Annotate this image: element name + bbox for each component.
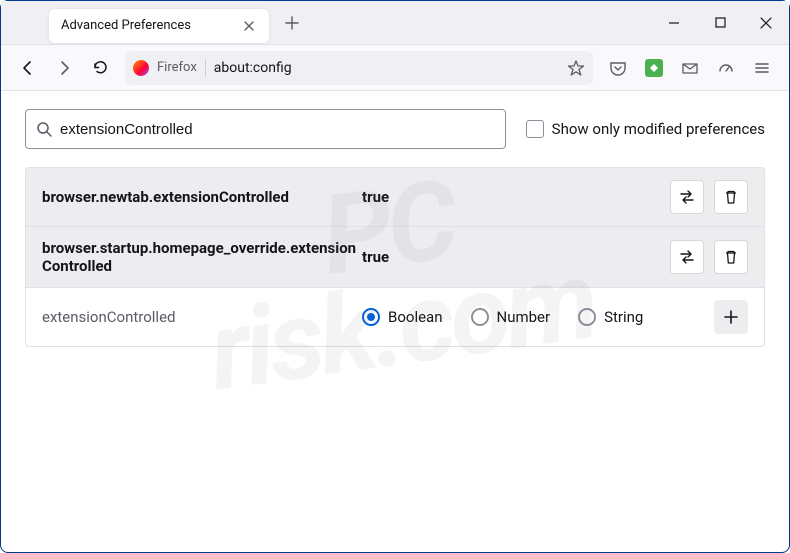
radio-label: Number	[497, 308, 551, 326]
urlbar-separator	[205, 59, 206, 77]
checkbox-label: Show only modified preferences	[552, 120, 765, 138]
maximize-button[interactable]	[697, 1, 743, 45]
pref-name: browser.newtab.extensionControlled	[42, 188, 362, 206]
mail-icon[interactable]	[673, 51, 707, 85]
radio-icon	[578, 308, 596, 326]
delete-button[interactable]	[714, 240, 748, 274]
new-pref-row: extensionControlled Boolean Number Strin…	[26, 287, 764, 346]
delete-button[interactable]	[714, 180, 748, 214]
pref-row[interactable]: browser.startup.homepage_override.extens…	[26, 226, 764, 287]
radio-boolean[interactable]: Boolean	[362, 308, 443, 326]
search-row: Show only modified preferences	[25, 109, 765, 149]
close-window-button[interactable]	[743, 1, 789, 45]
radio-label: Boolean	[388, 308, 443, 326]
pref-row[interactable]: browser.newtab.extensionControlled true	[26, 168, 764, 226]
pref-actions	[670, 180, 748, 214]
reload-button[interactable]	[83, 51, 117, 85]
new-tab-button[interactable]	[277, 8, 307, 38]
close-tab-icon[interactable]	[241, 18, 257, 34]
app-menu-icon[interactable]	[745, 51, 779, 85]
pocket-icon[interactable]	[601, 51, 635, 85]
forward-button[interactable]	[47, 51, 81, 85]
pref-name: browser.startup.homepage_override.extens…	[42, 239, 362, 275]
extension-green-icon[interactable]	[637, 51, 671, 85]
new-pref-name: extensionControlled	[42, 308, 362, 326]
pref-value: true	[362, 248, 670, 266]
radio-icon	[362, 308, 380, 326]
toggle-button[interactable]	[670, 180, 704, 214]
aboutconfig-page: Show only modified preferences browser.n…	[1, 91, 789, 365]
radio-label: String	[604, 308, 643, 326]
prefs-table: browser.newtab.extensionControlled true …	[25, 167, 765, 347]
radio-number[interactable]: Number	[471, 308, 551, 326]
toolbar-extensions	[601, 51, 779, 85]
type-radio-group: Boolean Number String	[362, 308, 714, 326]
browser-tab[interactable]: Advanced Preferences	[49, 9, 269, 43]
dashboard-icon[interactable]	[709, 51, 743, 85]
radio-string[interactable]: String	[578, 308, 643, 326]
minimize-button[interactable]	[651, 1, 697, 45]
back-button[interactable]	[11, 51, 45, 85]
tab-title: Advanced Preferences	[61, 18, 241, 33]
window-controls	[651, 1, 789, 45]
show-modified-checkbox[interactable]: Show only modified preferences	[526, 120, 765, 138]
firefox-icon	[133, 60, 149, 76]
pref-value: true	[362, 188, 670, 206]
radio-icon	[471, 308, 489, 326]
checkbox-icon	[526, 120, 544, 138]
urlbar-brand: Firefox	[157, 60, 197, 75]
nav-toolbar: Firefox about:config	[1, 45, 789, 91]
toggle-button[interactable]	[670, 240, 704, 274]
titlebar: Advanced Preferences	[1, 1, 789, 45]
search-icon	[36, 121, 52, 137]
search-box[interactable]	[25, 109, 506, 149]
bookmark-star-icon[interactable]	[567, 59, 585, 77]
url-bar[interactable]: Firefox about:config	[125, 51, 593, 85]
pref-actions	[670, 240, 748, 274]
urlbar-address: about:config	[214, 60, 292, 76]
add-pref-button[interactable]	[714, 300, 748, 334]
search-input[interactable]	[60, 121, 495, 138]
